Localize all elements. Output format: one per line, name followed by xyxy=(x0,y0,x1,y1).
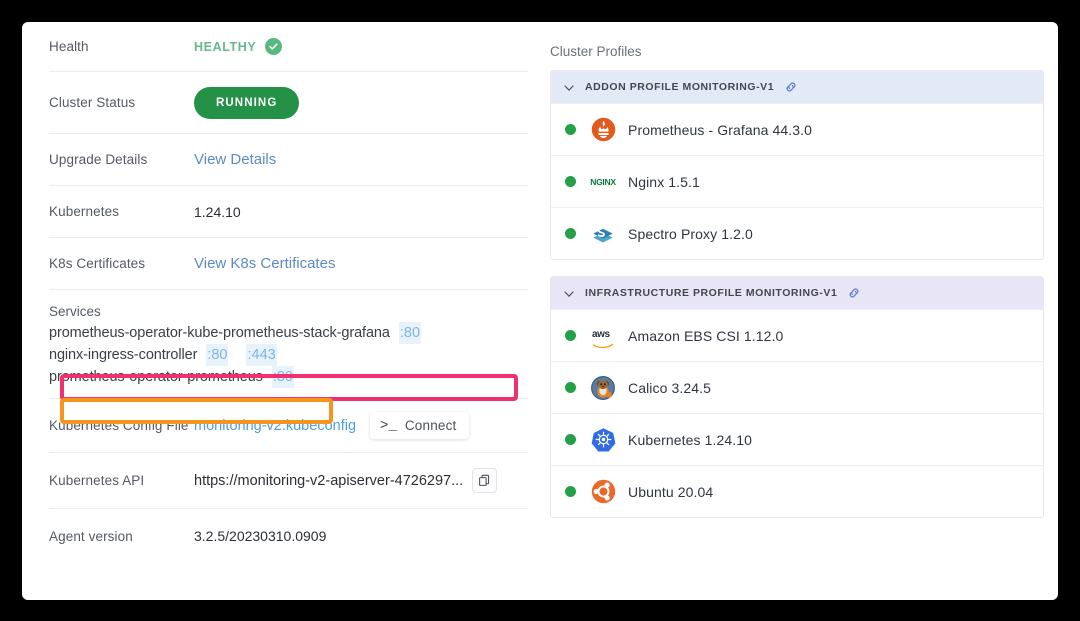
copy-icon xyxy=(478,474,491,487)
nginx-icon: NGINX xyxy=(590,169,616,195)
pack-status-dot xyxy=(565,176,576,187)
status-badge-running[interactable]: RUNNING xyxy=(194,87,299,119)
pack-label: Amazon EBS CSI 1.12.0 xyxy=(628,328,783,344)
kubeconfig-file-link[interactable]: monitoring-v2.kubeconfig xyxy=(194,418,356,434)
pack-status-dot xyxy=(565,486,576,497)
cluster-status-value: RUNNING xyxy=(194,87,299,119)
profile-header-addon[interactable]: Addon Profile monitoring-v1 xyxy=(551,71,1043,103)
pack-row-kubernetes[interactable]: Kubernetes 1.24.10 xyxy=(551,413,1043,465)
kubernetes-version-value: 1.24.10 xyxy=(194,204,241,220)
pack-label: Prometheus - Grafana 44.3.0 xyxy=(628,122,812,138)
copy-icon-button[interactable] xyxy=(472,468,497,493)
calico-icon xyxy=(590,375,616,401)
service-name: prometheus-operator-prometheus xyxy=(49,366,263,388)
detail-row-agent-version: Agent version 3.2.5/20230310.0909 xyxy=(49,509,528,563)
row-label-kubernetes: Kubernetes xyxy=(49,204,194,219)
kubernetes-icon xyxy=(590,427,616,453)
profile-header-infra[interactable]: Infrastructure Profile monitoring-v1 xyxy=(551,277,1043,309)
pack-label: Kubernetes 1.24.10 xyxy=(628,432,752,448)
pack-label: Calico 3.24.5 xyxy=(628,380,711,396)
service-row-prometheus: prometheus-operator-prometheus :80 xyxy=(49,366,520,388)
service-port-link[interactable]: :80 xyxy=(272,366,294,388)
profile-name-addon: Addon Profile monitoring-v1 xyxy=(585,81,774,93)
detail-row-kubernetes-api: Kubernetes API https://monitoring-v2-api… xyxy=(49,453,528,509)
service-row-nginx-ingress: nginx-ingress-controller :80 :443 xyxy=(49,344,520,366)
agent-version-value: 3.2.5/20230310.0909 xyxy=(194,528,326,544)
ubuntu-icon xyxy=(590,479,616,505)
row-label-upgrade-details: Upgrade Details xyxy=(49,152,194,167)
view-k8s-certificates-link[interactable]: View K8s Certificates xyxy=(194,255,335,272)
pack-row-prometheus[interactable]: Prometheus - Grafana 44.3.0 xyxy=(551,103,1043,155)
service-name: prometheus-operator-kube-prometheus-stac… xyxy=(49,322,390,344)
prometheus-icon xyxy=(590,117,616,143)
view-details-link[interactable]: View Details xyxy=(194,151,276,168)
terminal-icon: >_ xyxy=(380,419,397,433)
services-label: Services xyxy=(49,304,520,319)
cluster-profiles-title: Cluster Profiles xyxy=(550,44,1044,59)
pack-row-amazon-ebs-csi[interactable]: aws Amazon EBS CSI 1.12.0 xyxy=(551,309,1043,361)
detail-row-kubernetes-version: Kubernetes 1.24.10 xyxy=(49,186,528,238)
detail-row-upgrade-details: Upgrade Details View Details xyxy=(49,134,528,186)
k8s-certificates-value: View K8s Certificates xyxy=(194,255,335,272)
connect-button-label: Connect xyxy=(405,418,457,433)
service-port-link[interactable]: :80 xyxy=(206,344,228,366)
pack-label: Nginx 1.5.1 xyxy=(628,174,700,190)
profile-card-addon: Addon Profile monitoring-v1 xyxy=(550,70,1044,260)
services-block: Services prometheus-operator-kube-promet… xyxy=(49,290,528,399)
health-status-text: HEALTHY xyxy=(194,40,256,54)
detail-row-kubeconfig: Kubernetes Config File monitoring-v2.kub… xyxy=(49,399,528,453)
pack-label: Ubuntu 20.04 xyxy=(628,484,713,500)
cluster-profiles-panel: Cluster Profiles Addon Profile monitorin… xyxy=(528,22,1058,600)
row-label-health: Health xyxy=(49,39,194,54)
aws-icon: aws xyxy=(590,323,616,349)
row-label-cluster-status: Cluster Status xyxy=(49,95,194,110)
pack-row-ubuntu[interactable]: Ubuntu 20.04 xyxy=(551,465,1043,517)
spectro-icon xyxy=(590,221,616,247)
pack-status-dot xyxy=(565,434,576,445)
row-label-kubernetes-api: Kubernetes API xyxy=(49,473,194,488)
service-name: nginx-ingress-controller xyxy=(49,344,197,366)
pack-row-nginx[interactable]: NGINX Nginx 1.5.1 xyxy=(551,155,1043,207)
chevron-down-icon[interactable] xyxy=(563,287,575,299)
kubeconfig-value: monitoring-v2.kubeconfig >_ Connect xyxy=(194,412,469,439)
pack-status-dot xyxy=(565,124,576,135)
cluster-details-panel: Health HEALTHY Cluster Status RUNNING Up… xyxy=(22,22,528,600)
row-label-k8s-certificates: K8s Certificates xyxy=(49,256,194,271)
external-link-icon[interactable] xyxy=(784,80,798,94)
profile-card-infra: Infrastructure Profile monitoring-v1 aws xyxy=(550,276,1044,518)
pack-row-spectro-proxy[interactable]: Spectro Proxy 1.2.0 xyxy=(551,207,1043,259)
cluster-overview-page: Health HEALTHY Cluster Status RUNNING Up… xyxy=(22,22,1058,600)
pack-label: Spectro Proxy 1.2.0 xyxy=(628,226,753,242)
row-label-agent-version: Agent version xyxy=(49,529,194,544)
pack-row-calico[interactable]: Calico 3.24.5 xyxy=(551,361,1043,413)
detail-row-k8s-certificates: K8s Certificates View K8s Certificates xyxy=(49,238,528,290)
service-row-grafana: prometheus-operator-kube-prometheus-stac… xyxy=(49,322,520,344)
row-label-kubeconfig: Kubernetes Config File xyxy=(49,418,194,433)
profile-name-infra: Infrastructure Profile monitoring-v1 xyxy=(585,287,837,299)
health-value: HEALTHY xyxy=(194,38,282,55)
chevron-down-icon[interactable] xyxy=(563,81,575,93)
connect-button[interactable]: >_ Connect xyxy=(370,412,469,439)
kubernetes-api-value-wrap: https://monitoring-v2-apiserver-4726297.… xyxy=(194,468,497,493)
pack-status-dot xyxy=(565,228,576,239)
service-port-link[interactable]: :443 xyxy=(246,344,276,366)
external-link-icon[interactable] xyxy=(847,286,861,300)
service-port-link[interactable]: :80 xyxy=(399,322,421,344)
kubernetes-api-url: https://monitoring-v2-apiserver-4726297.… xyxy=(194,473,462,489)
upgrade-details-value: View Details xyxy=(194,151,276,168)
pack-status-dot xyxy=(565,330,576,341)
detail-row-cluster-status: Cluster Status RUNNING xyxy=(49,72,528,134)
check-circle-icon xyxy=(265,38,282,55)
detail-row-health: Health HEALTHY xyxy=(49,22,528,72)
pack-status-dot xyxy=(565,382,576,393)
